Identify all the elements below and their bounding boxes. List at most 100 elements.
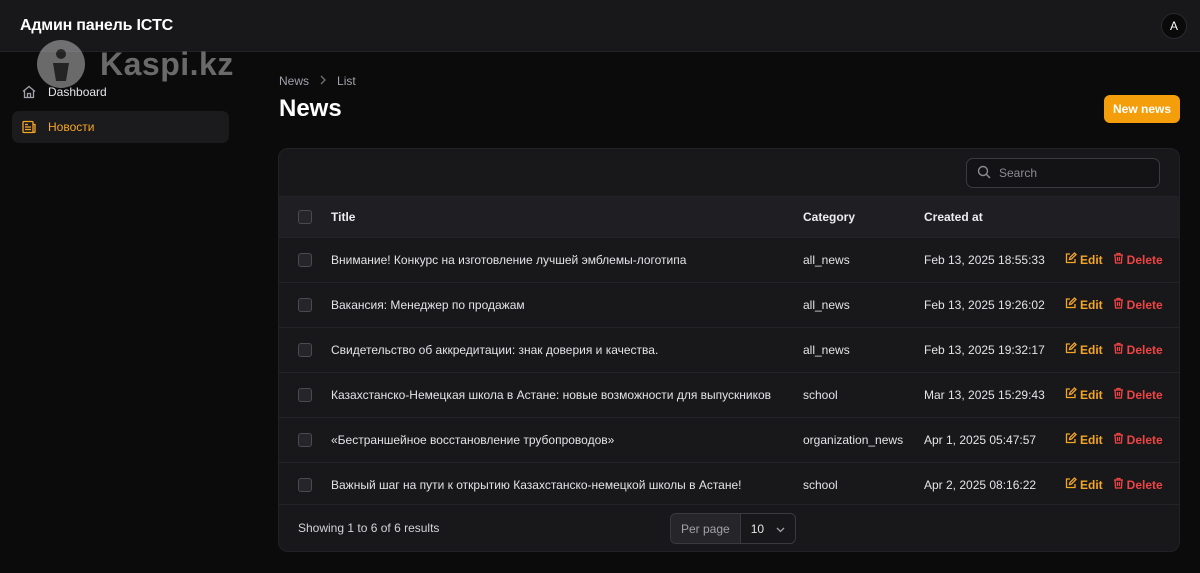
- edit-label: Edit: [1080, 387, 1103, 402]
- news-table: Title Category Created at Внимание! Конк…: [279, 197, 1179, 507]
- table-row[interactable]: Казахстанско-Немецкая школа в Астане: но…: [279, 372, 1179, 417]
- row-select-cell: [279, 282, 331, 327]
- delete-button[interactable]: Delete: [1113, 342, 1163, 357]
- select-all-checkbox[interactable]: [298, 210, 312, 225]
- row-category: all_news: [803, 252, 850, 267]
- row-title: Важный шаг на пути к открытию Казахстанс…: [331, 477, 742, 492]
- new-news-button[interactable]: New news: [1104, 95, 1180, 123]
- edit-icon: [1065, 387, 1077, 402]
- edit-button[interactable]: Edit: [1065, 387, 1103, 402]
- edit-icon: [1065, 252, 1077, 267]
- edit-button[interactable]: Edit: [1065, 252, 1103, 267]
- row-title: Казахстанско-Немецкая школа в Астане: но…: [331, 387, 772, 402]
- row-checkbox[interactable]: [298, 252, 312, 267]
- table-row[interactable]: Свидетельство об аккредитации: знак дове…: [279, 327, 1179, 372]
- row-created-at: Feb 13, 2025 19:26:02: [924, 297, 1045, 312]
- edit-icon: [1065, 477, 1077, 492]
- row-checkbox[interactable]: [298, 478, 312, 493]
- sidebar-item-dashboard[interactable]: Dashboard: [12, 76, 229, 108]
- table-footer: Showing 1 to 6 of 6 results Per page 10: [279, 504, 1179, 551]
- app-title: Админ панель ICTC: [20, 16, 173, 34]
- row-checkbox[interactable]: [298, 297, 312, 312]
- news-table-card: Title Category Created at Внимание! Конк…: [278, 148, 1180, 552]
- row-created-at: Feb 13, 2025 19:32:17: [924, 342, 1045, 357]
- search-input[interactable]: [999, 166, 1149, 180]
- per-page-select[interactable]: 10: [740, 514, 796, 543]
- table-header-row: Title Category Created at: [279, 197, 1179, 237]
- delete-button[interactable]: Delete: [1113, 477, 1163, 492]
- delete-label: Delete: [1126, 387, 1163, 402]
- table-row[interactable]: Важный шаг на пути к открытию Казахстанс…: [279, 462, 1179, 507]
- trash-icon: [1113, 297, 1124, 312]
- edit-label: Edit: [1080, 252, 1103, 267]
- avatar[interactable]: A: [1161, 12, 1187, 39]
- delete-label: Delete: [1126, 432, 1163, 447]
- delete-button[interactable]: Delete: [1113, 432, 1163, 447]
- row-actions: Edit Delete: [1065, 282, 1179, 327]
- edit-button[interactable]: Edit: [1065, 477, 1103, 492]
- row-checkbox[interactable]: [298, 387, 312, 402]
- table-toolbar: [279, 149, 1179, 197]
- newspaper-icon: [20, 118, 38, 136]
- row-actions-group: Edit Delete: [1065, 387, 1179, 402]
- row-created-at: Mar 13, 2025 15:29:43: [924, 387, 1045, 402]
- row-checkbox[interactable]: [298, 432, 312, 447]
- row-actions-group: Edit Delete: [1065, 432, 1179, 447]
- per-page-control: Per page 10: [670, 513, 797, 544]
- column-header-created[interactable]: Created at: [924, 197, 1065, 237]
- trash-icon: [1113, 432, 1124, 447]
- column-header-title[interactable]: Title: [331, 197, 803, 237]
- delete-button[interactable]: Delete: [1113, 252, 1163, 267]
- row-actions: Edit Delete: [1065, 372, 1179, 417]
- per-page-label: Per page: [671, 514, 741, 543]
- per-page-value: 10: [750, 521, 765, 536]
- trash-icon: [1113, 387, 1124, 402]
- search-icon: [977, 165, 991, 182]
- row-select-cell: [279, 372, 331, 417]
- sidebar-item-news[interactable]: Новости: [12, 111, 229, 143]
- row-select-cell: [279, 327, 331, 372]
- row-actions-group: Edit Delete: [1065, 342, 1179, 357]
- delete-label: Delete: [1126, 342, 1163, 357]
- breadcrumb: News List: [279, 74, 356, 88]
- results-summary: Showing 1 to 6 of 6 results: [298, 521, 440, 535]
- row-title: Свидетельство об аккредитации: знак дове…: [331, 342, 659, 357]
- row-title: Вакансия: Менеджер по продажам: [331, 297, 525, 312]
- edit-label: Edit: [1080, 342, 1103, 357]
- row-category: organization_news: [803, 432, 904, 447]
- delete-button[interactable]: Delete: [1113, 387, 1163, 402]
- row-created-at: Apr 1, 2025 05:47:57: [924, 432, 1037, 447]
- trash-icon: [1113, 252, 1124, 267]
- row-actions: Edit Delete: [1065, 327, 1179, 372]
- row-created-at: Apr 2, 2025 08:16:22: [924, 477, 1037, 492]
- edit-button[interactable]: Edit: [1065, 297, 1103, 312]
- row-actions: Edit Delete: [1065, 237, 1179, 282]
- edit-button[interactable]: Edit: [1065, 432, 1103, 447]
- row-actions-group: Edit Delete: [1065, 477, 1179, 492]
- top-bar: Админ панель ICTC A: [0, 0, 1200, 52]
- row-category: all_news: [803, 342, 850, 357]
- column-header-category[interactable]: Category: [803, 197, 924, 237]
- table-row[interactable]: Внимание! Конкурс на изготовление лучшей…: [279, 237, 1179, 282]
- row-actions-group: Edit Delete: [1065, 297, 1179, 312]
- edit-icon: [1065, 342, 1077, 357]
- table-row[interactable]: «Бестраншейное восстановление трубопрово…: [279, 417, 1179, 462]
- select-all-cell: [279, 197, 331, 237]
- row-actions-group: Edit Delete: [1065, 252, 1179, 267]
- chevron-down-icon: [776, 522, 785, 536]
- row-actions: Edit Delete: [1065, 462, 1179, 507]
- row-checkbox[interactable]: [298, 342, 312, 357]
- edit-button[interactable]: Edit: [1065, 342, 1103, 357]
- breadcrumb-item-news[interactable]: News: [279, 74, 309, 88]
- row-category: school: [803, 477, 838, 492]
- page-title: News: [279, 95, 342, 122]
- delete-label: Delete: [1126, 297, 1163, 312]
- edit-label: Edit: [1080, 477, 1103, 492]
- search-box[interactable]: [966, 158, 1160, 188]
- chevron-right-icon: [319, 74, 327, 88]
- trash-icon: [1113, 477, 1124, 492]
- delete-button[interactable]: Delete: [1113, 297, 1163, 312]
- table-row[interactable]: Вакансия: Менеджер по продажам all_news …: [279, 282, 1179, 327]
- row-select-cell: [279, 462, 331, 507]
- delete-label: Delete: [1126, 252, 1163, 267]
